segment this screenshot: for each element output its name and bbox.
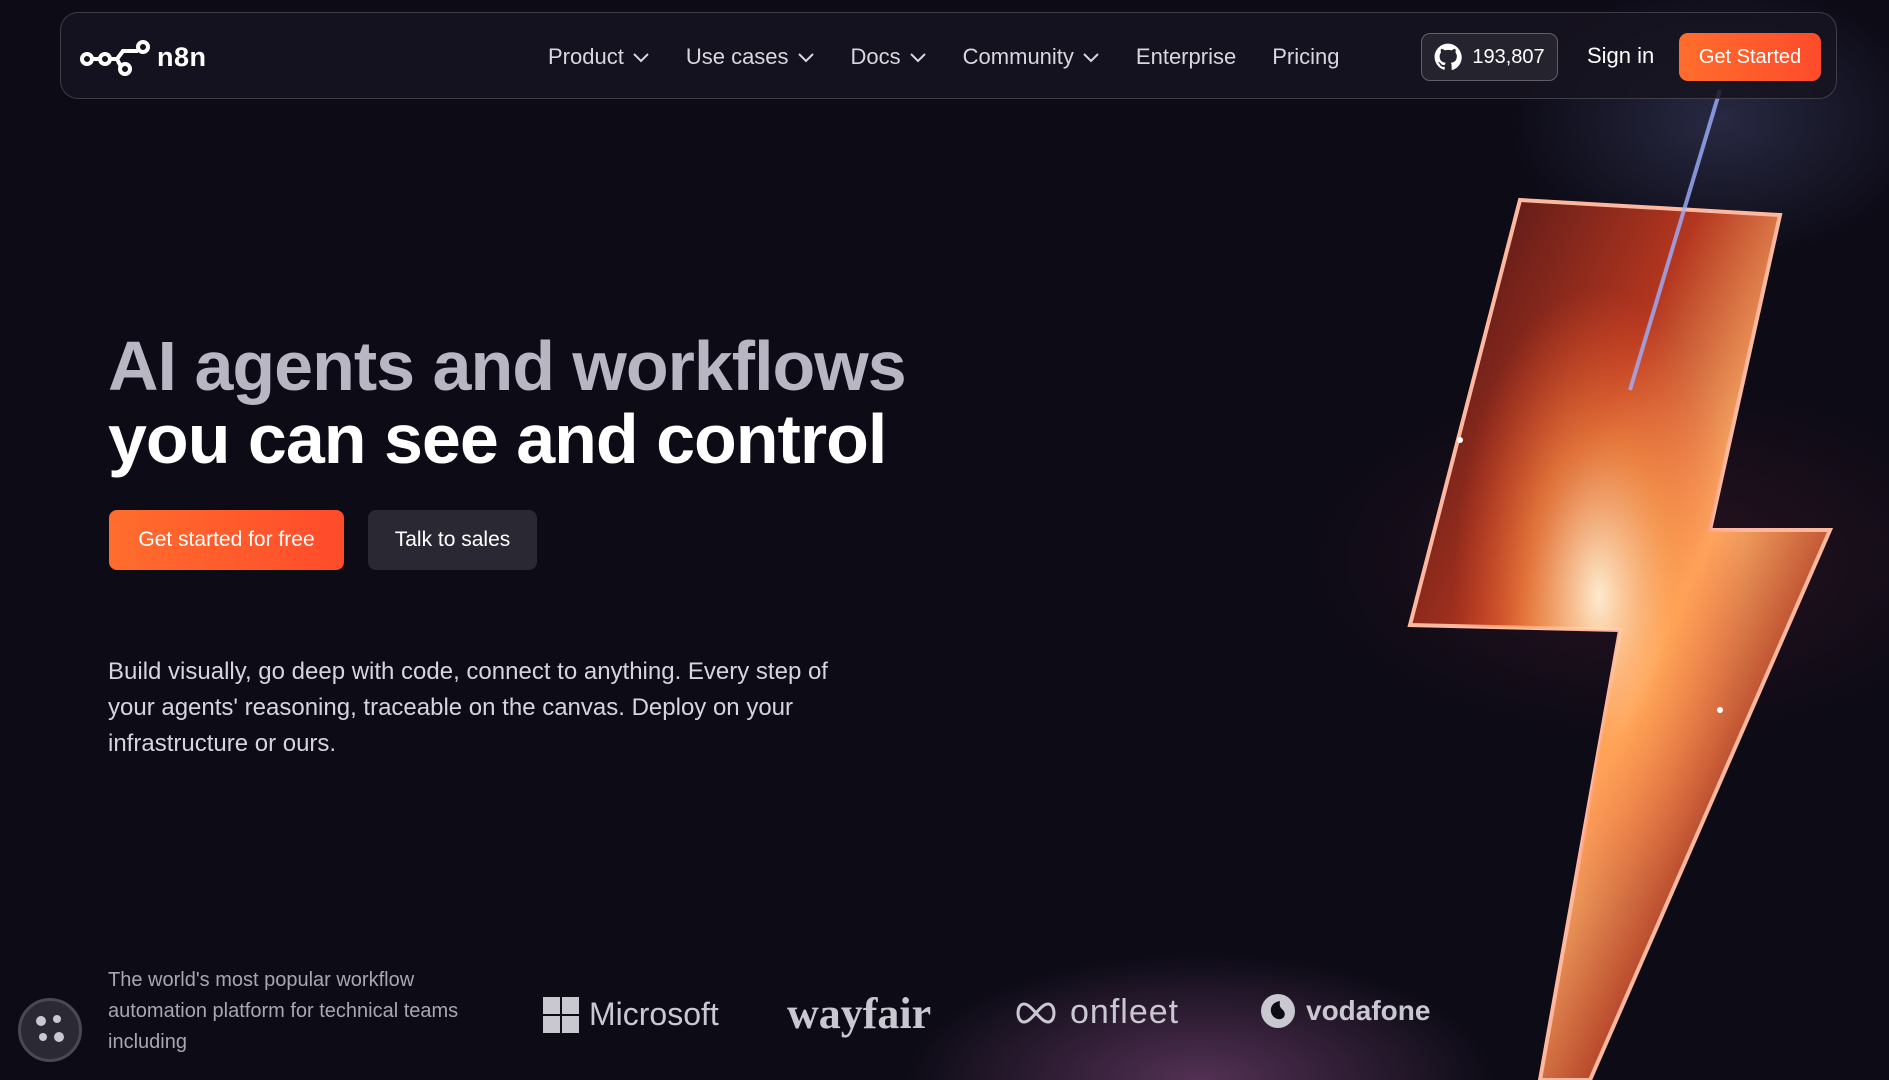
brand-name: Microsoft	[589, 996, 719, 1032]
hero-title: AI agents and workflows you can see and …	[108, 327, 907, 478]
github-icon	[1434, 43, 1463, 70]
hero-description: Build visually, go deep with code, conne…	[108, 658, 828, 757]
nav-item-label: Community	[962, 43, 1074, 69]
brand-name: onfleet	[1070, 993, 1180, 1031]
get-started-free-button[interactable]: Get started for free	[109, 510, 344, 570]
onfleet-icon	[1016, 1001, 1056, 1024]
nav-item-product[interactable]: Product	[548, 44, 650, 70]
brand-name: wayfair	[787, 989, 932, 1038]
cookie-settings-button[interactable]	[18, 998, 82, 1062]
vodafone-icon	[1261, 994, 1295, 1028]
nav-item-label: Product	[548, 43, 624, 69]
get-started-button[interactable]: Get Started	[1679, 33, 1821, 81]
nav-item-label: Docs	[850, 43, 901, 69]
brand-name: vodafone	[1306, 995, 1431, 1026]
chevron-down-icon	[797, 52, 814, 62]
hero-title-line1: AI agents and workflows	[108, 327, 907, 405]
cookie-icon	[36, 1015, 64, 1042]
brand-logo-wayfair: wayfair	[787, 988, 931, 1039]
talk-to-sales-button[interactable]: Talk to sales	[368, 510, 537, 570]
nav-item-enterprise[interactable]: Enterprise	[1136, 44, 1236, 70]
n8n-logo[interactable]: n8n	[79, 37, 207, 77]
microsoft-icon	[543, 996, 579, 1033]
brand-logo-onfleet: onfleet	[1012, 993, 1179, 1032]
nav-links: Product Use cases Docs Community Enterpr…	[548, 13, 1375, 100]
nav-item-label: Use cases	[685, 43, 789, 69]
nav-item-community[interactable]: Community	[963, 44, 1100, 70]
github-stars-count: 193,807	[1472, 45, 1545, 68]
nav-item-docs[interactable]: Docs	[851, 44, 927, 70]
nav-item-use-cases[interactable]: Use cases	[686, 44, 815, 70]
chevron-down-icon	[1083, 52, 1099, 62]
brand-logo-vodafone: vodafone	[1260, 993, 1430, 1029]
hero-title-line2: you can see and control	[108, 400, 887, 478]
chevron-down-icon	[909, 52, 926, 62]
nav-item-pricing[interactable]: Pricing	[1272, 44, 1339, 70]
n8n-logo-icon	[80, 40, 150, 76]
github-stars-button[interactable]: 193,807	[1421, 33, 1558, 81]
top-navbar: n8n Product Use cases Docs Community Ent…	[60, 12, 1837, 99]
lightning-bolt-illustration	[1407, 90, 1834, 1080]
nav-item-label: Enterprise	[1135, 43, 1237, 69]
nav-item-label: Pricing	[1272, 43, 1340, 69]
sign-in-link[interactable]: Sign in	[1587, 43, 1654, 69]
chevron-down-icon	[633, 52, 649, 62]
logo-text: n8n	[157, 41, 207, 72]
customers-tagline: The world's most popular workflow automa…	[108, 969, 459, 1053]
brand-logo-microsoft: Microsoft	[543, 996, 719, 1033]
